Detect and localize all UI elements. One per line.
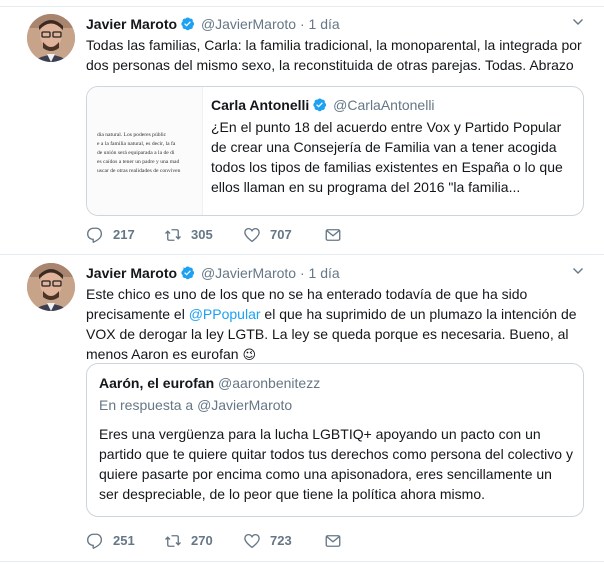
avatar[interactable]: [27, 14, 75, 62]
separator-dot: ·: [299, 16, 305, 32]
quote-text: ¿En el punto 18 del acuerdo entre Vox y …: [211, 119, 563, 195]
message-icon: [325, 535, 341, 547]
retweet-icon: [165, 229, 181, 241]
tweet-header: Javier Maroto @JavierMaroto · 1 día: [86, 14, 590, 34]
quote-author-name: Carla Antonelli: [211, 97, 310, 113]
thumbnail-text-line: es caídos a tener un padre y una mad: [97, 159, 180, 165]
quote-author-handle: @CarlaAntonelli: [333, 97, 435, 113]
quote-author-name: Aarón, el eurofan: [99, 375, 215, 391]
tweet-text: Todas las familias, Carla: la familia tr…: [86, 37, 582, 73]
author-handle[interactable]: @JavierMaroto: [201, 16, 296, 32]
tweet-header: Javier Maroto @JavierMaroto · 1 día: [86, 263, 590, 283]
tweet-text: Este chico es uno de los que no se ha en…: [86, 284, 590, 366]
wink-emoji: 😉: [242, 348, 256, 363]
reply-icon: [87, 227, 103, 243]
tweet-actions: 217 305 707: [86, 226, 386, 244]
quoted-tweet[interactable]: Aarón, el eurofan @aaronbenitezz En resp…: [86, 363, 584, 517]
verified-badge-icon: [181, 17, 195, 31]
timestamp[interactable]: 1 día: [309, 16, 340, 32]
avatar-photo-icon: [27, 263, 75, 311]
thumbnail-text-line: dia natural. Los poderes públic: [97, 132, 167, 138]
reply-icon: [87, 533, 103, 549]
reply-to-handle[interactable]: @JavierMaroto: [197, 397, 292, 413]
like-icon: [244, 533, 260, 549]
verified-badge-icon: [313, 98, 327, 112]
tweet-feed: Javier Maroto @JavierMaroto · 1 día Toda…: [0, 0, 604, 565]
thumbnail-text-line: de unión será equiparada a la de di: [97, 150, 175, 156]
quote-header: Aarón, el eurofan @aaronbenitezz: [99, 373, 575, 393]
author-name[interactable]: Javier Maroto: [86, 265, 177, 281]
mention-link[interactable]: @PPopular: [189, 306, 261, 322]
quote-header: Carla Antonelli @CarlaAntonelli: [211, 95, 577, 115]
separator-dot: ·: [299, 265, 305, 281]
avatar[interactable]: [27, 263, 75, 311]
verified-badge-icon: [181, 266, 195, 280]
avatar-photo-icon: [27, 14, 75, 62]
thumbnail-text-line: uscar de otras realidades de conviven: [97, 168, 181, 174]
chevron-down-icon[interactable]: [572, 16, 584, 28]
tweet-2[interactable]: Javier Maroto @JavierMaroto · 1 día Este…: [0, 263, 604, 558]
retweet-count: 270: [191, 533, 213, 548]
tweet-actions: 251 270 723: [86, 532, 386, 550]
author-name[interactable]: Javier Maroto: [86, 16, 177, 32]
quote-author-handle: @aaronbenitezz: [218, 375, 321, 391]
like-count: 707: [270, 227, 292, 242]
reply-count: 217: [113, 227, 135, 242]
quote-text: Eres una vergüenza para la lucha LGBTIQ+…: [99, 426, 573, 502]
reply-context: En respuesta a @JavierMaroto: [99, 395, 575, 415]
quote-body: Carla Antonelli @CarlaAntonelli ¿En el p…: [211, 95, 577, 197]
timestamp[interactable]: 1 día: [309, 265, 340, 281]
like-icon: [244, 227, 260, 243]
divider: [0, 6, 604, 7]
like-count: 723: [270, 533, 292, 548]
thumbnail-text-line: e a la familia natural, es decir, la fa: [97, 141, 176, 147]
retweet-icon: [165, 535, 181, 547]
message-icon: [325, 229, 341, 241]
quoted-tweet[interactable]: dia natural. Los poderes públic e a la f…: [86, 86, 584, 216]
reply-prefix: En respuesta a: [99, 397, 198, 413]
divider: [0, 254, 604, 255]
author-handle[interactable]: @JavierMaroto: [201, 265, 296, 281]
quote-body: Aarón, el eurofan @aaronbenitezz En resp…: [99, 373, 575, 504]
tweet-1[interactable]: Javier Maroto @JavierMaroto · 1 día Toda…: [0, 14, 604, 246]
reply-count: 251: [113, 533, 135, 548]
retweet-count: 305: [191, 227, 213, 242]
quote-thumbnail: dia natural. Los poderes públic e a la f…: [87, 87, 203, 215]
divider: [0, 561, 604, 562]
chevron-down-icon[interactable]: [572, 265, 584, 277]
